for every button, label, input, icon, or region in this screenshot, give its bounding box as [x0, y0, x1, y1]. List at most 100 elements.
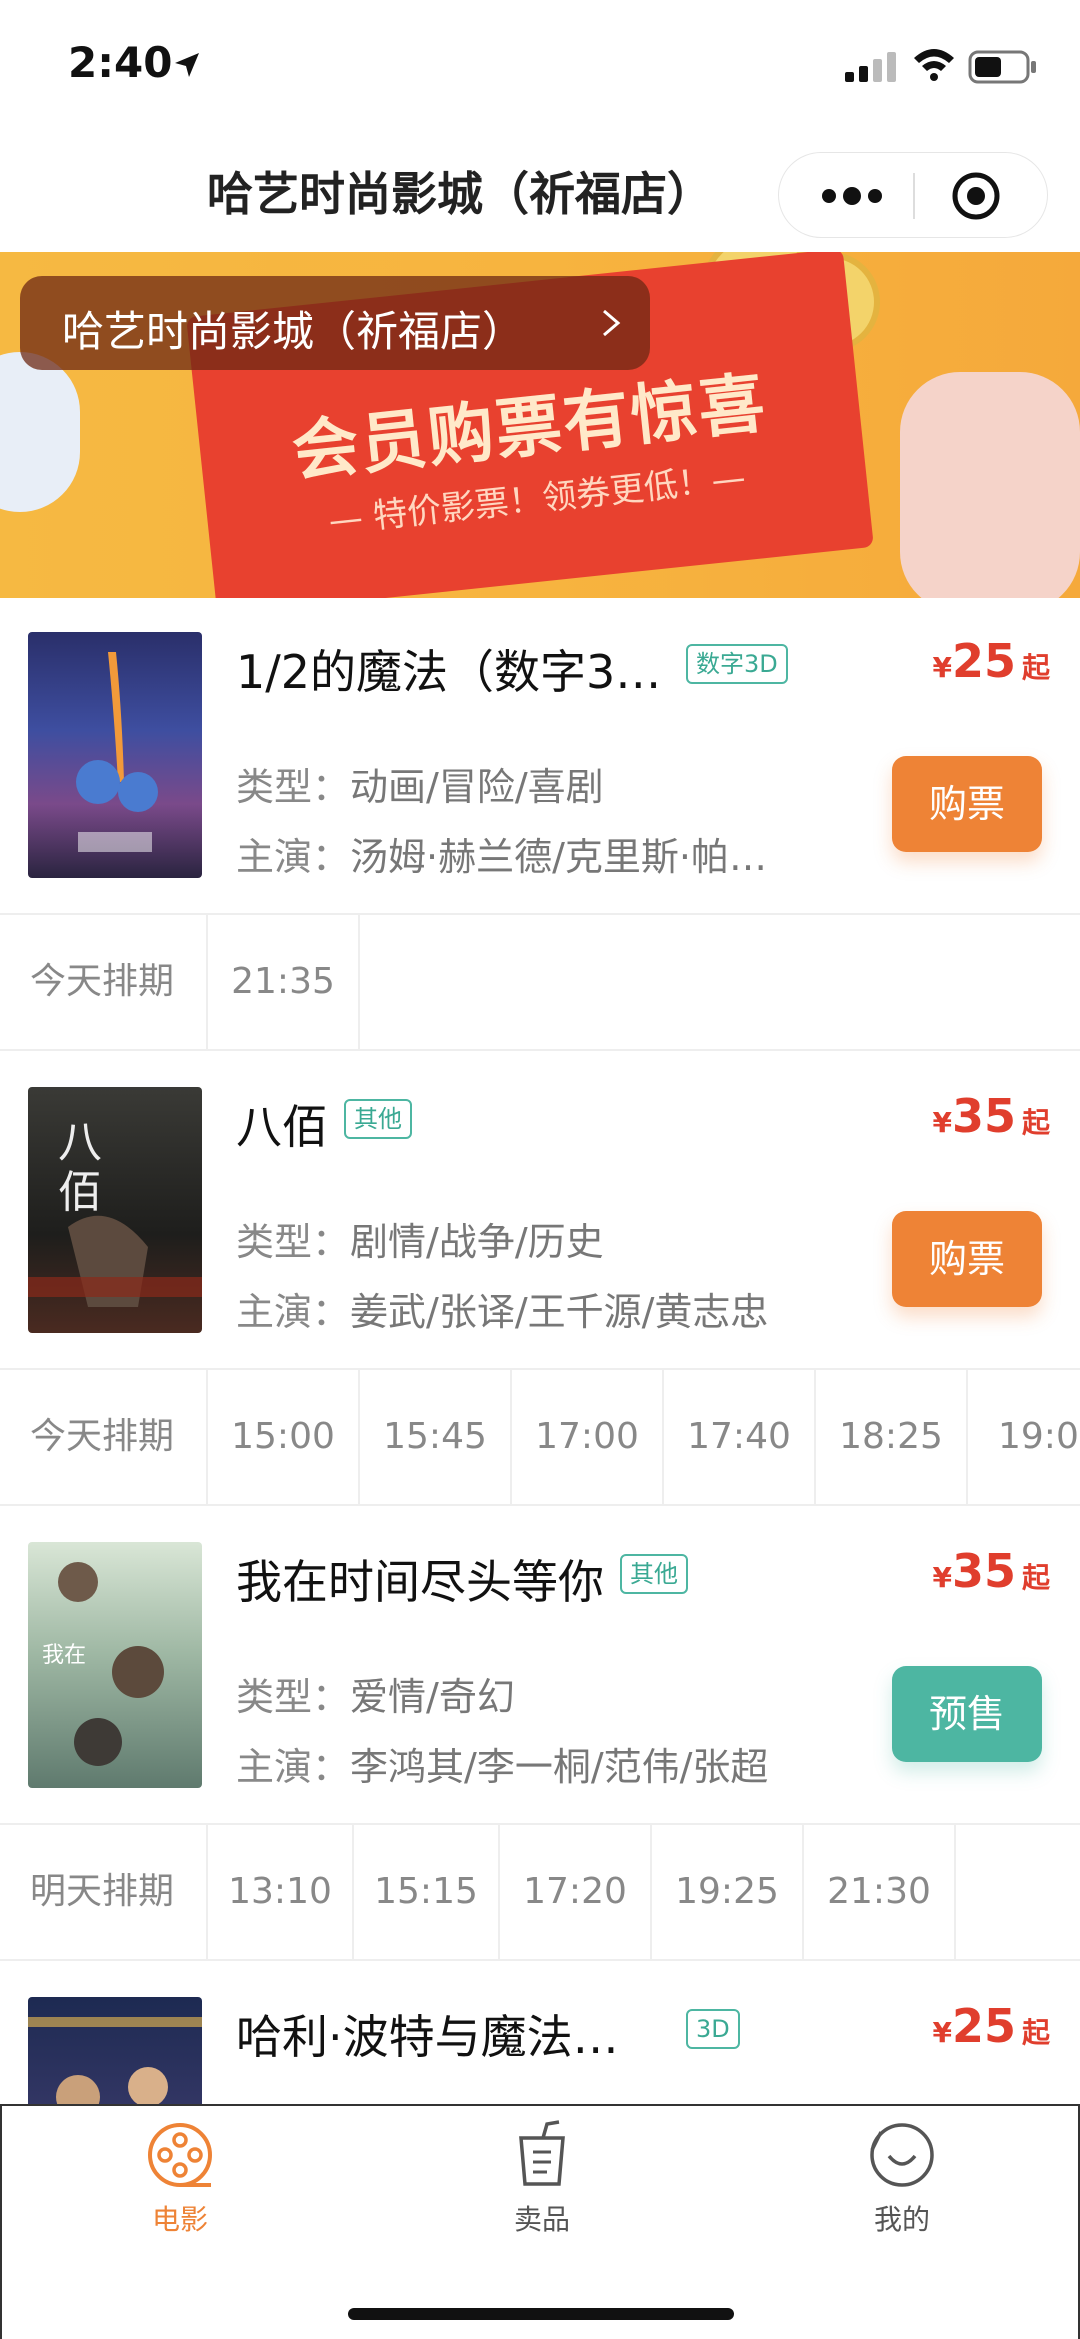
hand-decoration	[900, 372, 1080, 598]
price: ¥25 起	[932, 1999, 1050, 2053]
hand-decoration	[0, 352, 80, 512]
cinema-name: 哈艺时尚影城（祈福店）	[62, 307, 525, 356]
movie-item[interactable]: 八 佰 八佰 其他 ¥35 起 类型：剧情/战争/历史 主演：姜武/张译/王千源/…	[0, 1053, 1080, 1373]
presale-button[interactable]: 预售	[892, 1666, 1042, 1762]
schedule-row: 今天排期 21:35	[0, 913, 1080, 1051]
buy-ticket-button[interactable]: 购票	[892, 756, 1042, 852]
location-arrow-icon	[175, 53, 199, 77]
wifi-icon	[914, 49, 954, 81]
price-value: 25	[951, 634, 1016, 688]
movie-cast: 主演：汤姆·赫兰德/克里斯·帕…	[236, 826, 767, 881]
showtime[interactable]: 17:20	[500, 1825, 652, 1959]
movie-title[interactable]: 哈利·波特与魔法…	[236, 2001, 619, 2067]
cinema-selector[interactable]: 哈艺时尚影城（祈福店）	[20, 276, 650, 370]
home-indicator	[348, 2308, 734, 2320]
svg-text:八: 八	[58, 1117, 102, 1168]
showtime[interactable]: 15:00	[208, 1370, 360, 1504]
showtime[interactable]: 19:00	[968, 1370, 1080, 1504]
buy-ticket-button[interactable]: 购票	[892, 1211, 1042, 1307]
price-suffix: 起	[1021, 651, 1050, 684]
price-value: 35	[951, 1089, 1016, 1143]
movie-genre: 类型：爱情/奇幻	[236, 1666, 515, 1721]
battery-icon	[968, 50, 1036, 84]
showtime[interactable]: 15:15	[354, 1825, 500, 1959]
showtime[interactable]: 13:10	[208, 1825, 354, 1959]
more-icon[interactable]	[817, 181, 887, 211]
svg-text:我在: 我在	[42, 1643, 86, 1668]
price: ¥35 起	[932, 1544, 1050, 1598]
genre-value: 动画/冒险/喜剧	[350, 765, 604, 809]
profile-icon	[870, 2123, 934, 2187]
drink-cup-icon	[519, 2120, 565, 2186]
cellular-signal-icon	[845, 52, 896, 82]
genre-label: 类型：	[236, 1220, 351, 1264]
cast-label: 主演：	[236, 835, 351, 879]
format-tag: 数字3D	[686, 644, 788, 684]
movie-title[interactable]: 我在时间尽头等你	[236, 1546, 604, 1612]
showtime[interactable]: 19:25	[652, 1825, 804, 1959]
price-suffix: 起	[1021, 1106, 1050, 1139]
cast-value: 姜武/张译/王千源/黄志忠	[350, 1290, 769, 1334]
svg-text:佰: 佰	[58, 1167, 102, 1218]
price-suffix: 起	[1021, 2016, 1050, 2049]
promo-banner[interactable]: 会员购票有惊喜 — 特价影票！领券更低！— 哈艺时尚影城（祈福店）	[0, 252, 1080, 598]
showtime[interactable]: 21:35	[208, 915, 360, 1049]
showtime[interactable]: 17:00	[512, 1370, 664, 1504]
movie-title[interactable]: 1/2的魔法（数字3…	[236, 636, 661, 702]
format-tag: 其他	[344, 1099, 412, 1139]
chevron-right-icon	[603, 309, 621, 337]
movie-cast: 主演：姜武/张译/王千源/黄志忠	[236, 1281, 768, 1336]
movie-item[interactable]: 1/2的魔法（数字3… 数字3D ¥25 起 类型：动画/冒险/喜剧 主演：汤姆·…	[0, 598, 1080, 918]
movie-item[interactable]: 我在 我在时间尽头等你 其他 ¥35 起 类型：爱情/奇幻 主演：李鸿其/李一桐/…	[0, 1508, 1080, 1828]
format-tag: 3D	[686, 2009, 740, 2049]
tab-label: 卖品	[513, 2203, 570, 2236]
movie-cast: 主演：李鸿其/李一桐/范伟/张超	[236, 1736, 768, 1791]
movie-poster[interactable]	[28, 632, 202, 878]
tab-label: 电影	[151, 2203, 208, 2236]
status-bar: 2:40	[0, 0, 1080, 130]
currency-symbol: ¥	[932, 1561, 952, 1594]
genre-value: 剧情/战争/历史	[350, 1220, 604, 1264]
schedule-row: 明天排期 13:10 15:15 17:20 19:25 21:30	[0, 1823, 1080, 1961]
price-suffix: 起	[1021, 1561, 1050, 1594]
showtime[interactable]: 17:40	[664, 1370, 816, 1504]
movie-genre: 类型：动画/冒险/喜剧	[236, 756, 604, 811]
nav-bar: 哈艺时尚影城（祈福店）	[0, 130, 1080, 250]
genre-label: 类型：	[236, 765, 351, 809]
currency-symbol: ¥	[932, 2016, 952, 2049]
movie-poster[interactable]: 八 佰	[28, 1087, 202, 1333]
showtime[interactable]: 18:25	[816, 1370, 968, 1504]
close-miniprogram-icon[interactable]	[951, 171, 1001, 221]
movie-item[interactable]: 哈利·波特与魔法… 3D ¥25 起	[0, 1963, 1080, 2104]
movie-poster[interactable]: 我在	[28, 1542, 202, 1788]
genre-value: 爱情/奇幻	[350, 1675, 515, 1719]
tab-label: 我的	[873, 2203, 930, 2236]
format-tag: 其他	[620, 1554, 688, 1594]
currency-symbol: ¥	[932, 651, 952, 684]
cast-value: 汤姆·赫兰德/克里斯·帕…	[350, 835, 767, 879]
tab-snacks[interactable]: 卖品	[442, 2120, 642, 2238]
showtime[interactable]: 21:30	[804, 1825, 956, 1959]
genre-label: 类型：	[236, 1675, 351, 1719]
bottom-tab-bar: 电影 卖品 我的	[0, 2104, 1080, 2339]
schedule-row: 今天排期 15:00 15:45 17:00 17:40 18:25 19:00	[0, 1368, 1080, 1506]
price: ¥35 起	[932, 1089, 1050, 1143]
price: ¥25 起	[932, 634, 1050, 688]
tab-movies[interactable]: 电影	[80, 2120, 280, 2238]
schedule-label: 明天排期	[0, 1825, 208, 1959]
movie-poster[interactable]	[28, 1997, 202, 2104]
cast-value: 李鸿其/李一桐/范伟/张超	[350, 1745, 769, 1789]
tab-mine[interactable]: 我的	[802, 2120, 1002, 2238]
schedule-label: 今天排期	[0, 1370, 208, 1504]
cast-label: 主演：	[236, 1290, 351, 1334]
schedule-label: 今天排期	[0, 915, 208, 1049]
price-value: 35	[951, 1544, 1016, 1598]
miniprogram-capsule	[778, 152, 1048, 238]
status-time: 2:40	[68, 38, 173, 87]
price-value: 25	[951, 1999, 1016, 2053]
showtime[interactable]: 15:45	[360, 1370, 512, 1504]
movie-genre: 类型：剧情/战争/历史	[236, 1211, 604, 1266]
cast-label: 主演：	[236, 1745, 351, 1789]
film-reel-icon	[148, 2123, 212, 2187]
movie-title[interactable]: 八佰	[236, 1091, 328, 1157]
